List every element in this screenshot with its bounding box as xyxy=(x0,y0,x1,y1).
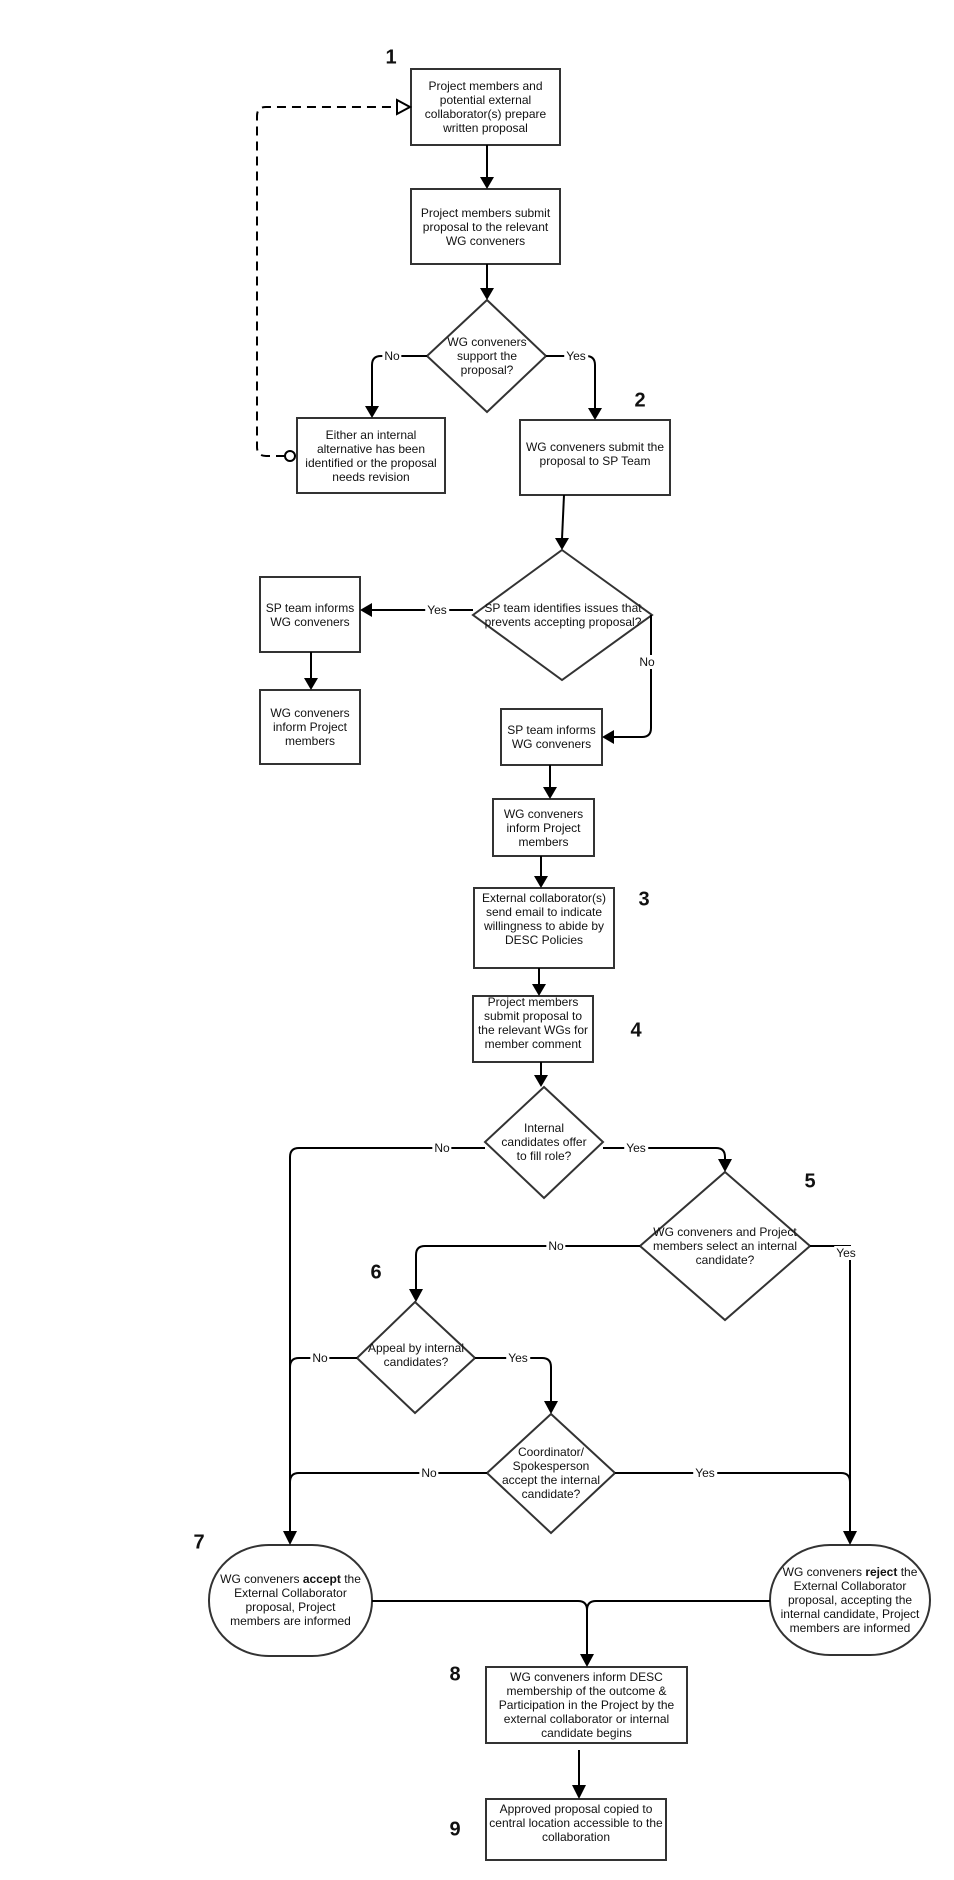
node-submit-wg: Project members submit proposal to the r… xyxy=(420,205,551,248)
step-number-8: 8 xyxy=(449,1663,461,1686)
arrow-head-icon xyxy=(544,1401,558,1414)
step-number-5: 5 xyxy=(804,1170,816,1193)
arrow-head-icon xyxy=(534,876,548,888)
circle-endpoint-icon xyxy=(284,450,296,462)
reject-text-bold: reject xyxy=(865,1565,898,1579)
edge-label-appeal-yes: Yes xyxy=(506,1351,530,1365)
reject-text-pre: WG conveners xyxy=(782,1565,866,1579)
accept-text-pre: WG conveners xyxy=(220,1572,303,1586)
arrow-head-icon xyxy=(588,408,602,420)
edge-label-support-yes: Yes xyxy=(564,349,588,363)
terminal-accept-text: WG conveners accept the External Collabo… xyxy=(220,1572,361,1628)
step-number-7: 7 xyxy=(193,1531,205,1554)
edge-label-select-yes: Yes xyxy=(834,1246,858,1260)
node-wg-inform-left: WG conveners inform Project members xyxy=(270,706,350,748)
edge-support-yes xyxy=(546,355,596,409)
edge-label-appeal-no: No xyxy=(310,1351,330,1365)
step-number-1: 1 xyxy=(385,46,397,69)
node-sp-informs-left: SP team informs WG conveners xyxy=(265,600,355,629)
step-number-2: 2 xyxy=(634,389,646,412)
open-arrow-icon xyxy=(396,98,413,116)
edge-label-coord-no: No xyxy=(419,1466,439,1480)
edge-submitsp-issues xyxy=(561,494,565,540)
terminal-accept: WG conveners accept the External Collabo… xyxy=(218,1545,363,1655)
node-inform-desc: WG conveners inform DESC membership of t… xyxy=(498,1670,675,1740)
step-number-4: 4 xyxy=(630,1019,642,1042)
edge-revision-loop xyxy=(256,106,395,457)
arrow-head-icon xyxy=(534,1075,548,1087)
arrow-head-icon xyxy=(480,177,494,189)
edge-select-yes xyxy=(810,1245,851,1532)
arrow-head-icon xyxy=(304,678,318,690)
edge-label-coord-yes: Yes xyxy=(693,1466,717,1480)
edge-accept-merge xyxy=(372,1600,588,1655)
step-number-6: 6 xyxy=(370,1261,382,1284)
node-prepare: Project members and potential external c… xyxy=(424,79,547,135)
terminal-reject-text: WG conveners reject the External Collabo… xyxy=(772,1565,928,1635)
arrow-head-icon xyxy=(572,1785,586,1799)
edge-label-sp-yes: Yes xyxy=(425,603,449,617)
edge-select-no xyxy=(415,1245,640,1290)
arrow-head-icon xyxy=(283,1531,297,1545)
node-copied: Approved proposal copied to central loca… xyxy=(489,1802,663,1844)
arrow-head-icon xyxy=(555,538,569,550)
decision-coordinator: Coordinator/ Spokesperson accept the int… xyxy=(501,1445,601,1501)
edge-coord-no xyxy=(289,1472,487,1483)
edge-offer-yes xyxy=(603,1147,726,1160)
node-alternative: Either an internal alternative has been … xyxy=(305,427,437,484)
node-wg-inform-right: WG conveners inform Project members xyxy=(503,806,584,849)
edge-coord-yes xyxy=(615,1472,851,1483)
edge-label-select-no: No xyxy=(546,1239,566,1253)
step-number-3: 3 xyxy=(638,888,650,911)
arrow-head-icon xyxy=(602,730,614,744)
arrow-head-icon xyxy=(543,787,557,799)
decision-internal-offer: Internal candidates offer to fill role? xyxy=(501,1121,587,1163)
accept-text-bold: accept xyxy=(302,1572,341,1586)
edge-label-offer-yes: Yes xyxy=(624,1141,648,1155)
node-ext-email: External collaborator(s) send email to i… xyxy=(481,891,607,947)
decision-wg-support: WG conveners support the proposal? xyxy=(447,335,527,377)
arrow-head-icon xyxy=(718,1159,732,1172)
node-submit-sp: WG conveners submit the proposal to SP T… xyxy=(525,440,665,468)
arrow-head-icon xyxy=(360,603,372,617)
node-sp-informs-right: SP team informs WG conveners xyxy=(507,723,596,751)
arrow-head-icon xyxy=(365,406,379,418)
edge-label-sp-no: No xyxy=(637,655,657,669)
decision-appeal: Appeal by internal candidates? xyxy=(367,1341,465,1369)
arrow-head-icon xyxy=(409,1289,423,1302)
decision-select-internal: WG conveners and Project members select … xyxy=(652,1225,798,1267)
edge-support-no xyxy=(371,355,427,407)
arrow-head-icon xyxy=(480,288,494,300)
arrow-head-icon xyxy=(843,1531,857,1545)
decision-sp-issues: SP team identifies issues that prevents … xyxy=(484,601,642,629)
step-number-9: 9 xyxy=(449,1818,461,1841)
edge-reject-merge xyxy=(586,1600,770,1611)
edge-label-support-no: No xyxy=(382,349,402,363)
node-submit-wgs: Project members submit proposal to the r… xyxy=(477,995,589,1051)
terminal-reject: WG conveners reject the External Collabo… xyxy=(772,1545,928,1655)
edge-label-offer-no: No xyxy=(432,1141,452,1155)
arrow-head-icon xyxy=(580,1654,594,1667)
